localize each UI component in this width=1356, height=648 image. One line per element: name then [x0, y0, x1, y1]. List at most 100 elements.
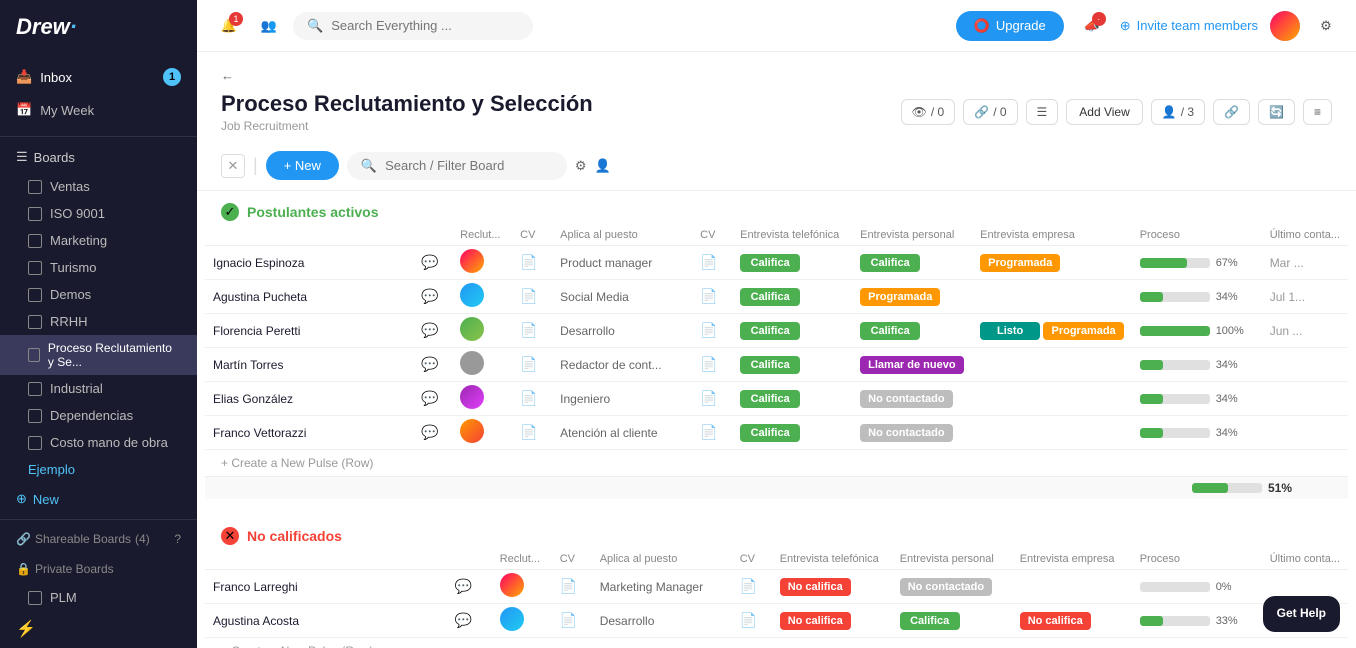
entrevista-personal[interactable]: Califica [892, 604, 1012, 638]
cv-pdf-icon[interactable]: 📄 [512, 382, 552, 416]
chat-icon[interactable]: 💬 [413, 246, 452, 280]
notifications-button[interactable]: 🔔 1 [213, 10, 245, 42]
entrevista-personal[interactable]: No contactado [852, 382, 972, 416]
sidebar-item-plm[interactable]: PLM [0, 584, 197, 611]
cv-icon-2[interactable]: 📄 [692, 246, 732, 280]
private-boards-header[interactable]: 🔒 Private Boards [0, 554, 197, 584]
entrevista-empresa[interactable]: No califica [1012, 604, 1132, 638]
sidebar-item-iso9001[interactable]: ISO 9001 [0, 200, 197, 227]
new-item-button[interactable]: + New [266, 151, 339, 180]
entrevista-personal[interactable]: Llamar de nuevo [852, 348, 972, 382]
entrevista-empresa[interactable] [972, 348, 1132, 382]
cv-pdf-icon[interactable]: 📄 [512, 280, 552, 314]
entrevista-telefonica[interactable]: Califica [732, 416, 852, 450]
sidebar-item-turismo[interactable]: Turismo [0, 254, 197, 281]
row-name[interactable]: Ignacio Espinoza [205, 246, 413, 280]
sidebar-item-industrial[interactable]: Industrial [0, 375, 197, 402]
sync-btn[interactable]: 🔄 [1258, 99, 1295, 125]
cv-icon-2[interactable]: 📄 [692, 280, 732, 314]
board-search-input[interactable] [385, 158, 545, 173]
entrevista-personal[interactable]: Califica [852, 246, 972, 280]
share-btn[interactable]: 🔗 [1213, 99, 1250, 125]
entrevista-personal[interactable]: No contactado [892, 570, 1012, 604]
filter-icon[interactable]: ⚙ [575, 158, 587, 174]
cv-pdf-icon[interactable]: 📄 [552, 604, 592, 638]
person-filter-icon[interactable]: 👤 [595, 158, 611, 174]
cv-icon-2[interactable]: 📄 [692, 382, 732, 416]
chat-icon[interactable]: 💬 [413, 416, 452, 450]
boards-section-header[interactable]: ☰ Boards [0, 141, 197, 173]
cv-icon-2[interactable]: 📄 [692, 314, 732, 348]
chat-icon[interactable]: 💬 [413, 280, 452, 314]
cv-icon-2[interactable]: 📄 [692, 348, 732, 382]
row-name[interactable]: Agustina Pucheta [205, 280, 413, 314]
shareable-boards-header[interactable]: 🔗 Shareable Boards (4) ? [0, 524, 197, 554]
cv-pdf-icon[interactable]: 📄 [512, 246, 552, 280]
entrevista-empresa[interactable] [972, 382, 1132, 416]
cv-icon-2[interactable]: 📄 [732, 570, 772, 604]
sidebar-item-rrhh[interactable]: RRHH [0, 308, 197, 335]
chat-icon[interactable]: 💬 [413, 382, 452, 416]
invite-button[interactable]: ⊕ Invite team members [1120, 18, 1258, 34]
entrevista-empresa[interactable]: Programada [972, 246, 1132, 280]
entrevista-telefonica[interactable]: No califica [772, 604, 892, 638]
chat-icon[interactable]: 💬 [413, 314, 452, 348]
row-name[interactable]: Agustina Acosta [205, 604, 447, 638]
cv-icon-2[interactable]: 📄 [692, 416, 732, 450]
sidebar-item-demos[interactable]: Demos [0, 281, 197, 308]
chat-icon[interactable]: 💬 [447, 604, 492, 638]
view-count-btn[interactable]: 👁 / 0 [901, 99, 956, 125]
search-input[interactable] [331, 18, 491, 33]
sidebar-item-costo[interactable]: Costo mano de obra [0, 429, 197, 456]
close-filter-btn[interactable]: ✕ [221, 154, 245, 178]
get-help-button[interactable]: Get Help [1263, 596, 1340, 632]
entrevista-telefonica[interactable]: Califica [732, 246, 852, 280]
more-options-btn[interactable]: ≡ [1303, 99, 1332, 125]
entrevista-personal[interactable]: Califica [852, 314, 972, 348]
sidebar-item-ejemplo[interactable]: Ejemplo [0, 456, 197, 483]
entrevista-telefonica[interactable]: Califica [732, 280, 852, 314]
list-icon-btn[interactable]: ☰ [1026, 99, 1059, 125]
cv-pdf-icon[interactable]: 📄 [512, 314, 552, 348]
sidebar-item-marketing[interactable]: Marketing [0, 227, 197, 254]
entrevista-empresa[interactable] [972, 416, 1132, 450]
chat-icon[interactable]: 💬 [413, 348, 452, 382]
board-search[interactable]: 🔍 [347, 152, 567, 180]
sidebar-item-proceso[interactable]: Proceso Reclutamiento y Se... [0, 335, 197, 375]
sidebar-item-inbox[interactable]: 📥 Inbox 1 [0, 60, 197, 94]
entrevista-empresa[interactable] [972, 280, 1132, 314]
row-name[interactable]: Martín Torres [205, 348, 413, 382]
chat-icon[interactable]: 💬 [447, 570, 492, 604]
cv-pdf-icon[interactable]: 📄 [512, 416, 552, 450]
entrevista-empresa[interactable] [1012, 570, 1132, 604]
create-row-nocalificados[interactable]: + Create a New Pulse (Row) [205, 638, 1348, 648]
announcement-button[interactable]: 📣 · [1076, 10, 1108, 42]
row-name[interactable]: Florencia Peretti [205, 314, 413, 348]
entrevista-personal[interactable]: Programada [852, 280, 972, 314]
user-avatar[interactable] [1270, 11, 1300, 41]
row-name[interactable]: Elias González [205, 382, 413, 416]
entrevista-personal[interactable]: No contactado [852, 416, 972, 450]
row-name[interactable]: Franco Larreghi [205, 570, 447, 604]
cv-pdf-icon[interactable]: 📄 [552, 570, 592, 604]
entrevista-telefonica[interactable]: Califica [732, 382, 852, 416]
sidebar-item-ventas[interactable]: Ventas [0, 173, 197, 200]
global-search[interactable]: 🔍 [293, 12, 533, 40]
team-icon[interactable]: 👥 [255, 12, 283, 40]
entrevista-telefonica[interactable]: No califica [772, 570, 892, 604]
entrevista-telefonica[interactable]: Califica [732, 314, 852, 348]
cv-pdf-icon[interactable]: 📄 [512, 348, 552, 382]
guest-count-btn[interactable]: 🔗 / 0 [963, 99, 1017, 125]
entrevista-empresa[interactable]: Listo Programada [972, 314, 1132, 348]
cv-icon-2[interactable]: 📄 [732, 604, 772, 638]
sidebar-item-myweek[interactable]: 📅 My Week [0, 94, 197, 126]
upgrade-button[interactable]: ⭕ Upgrade [956, 11, 1064, 41]
settings-icon[interactable]: ⚙ [1312, 12, 1340, 40]
help-icon[interactable]: ? [174, 532, 181, 546]
back-button[interactable]: ← [221, 68, 1332, 83]
members-btn[interactable]: 👤 / 3 [1151, 99, 1205, 125]
entrevista-telefonica[interactable]: Califica [732, 348, 852, 382]
add-view-button[interactable]: Add View [1066, 99, 1142, 125]
new-board-button[interactable]: ⊕ New [0, 483, 197, 515]
create-row-postulantes[interactable]: + Create a New Pulse (Row) [205, 450, 1348, 476]
